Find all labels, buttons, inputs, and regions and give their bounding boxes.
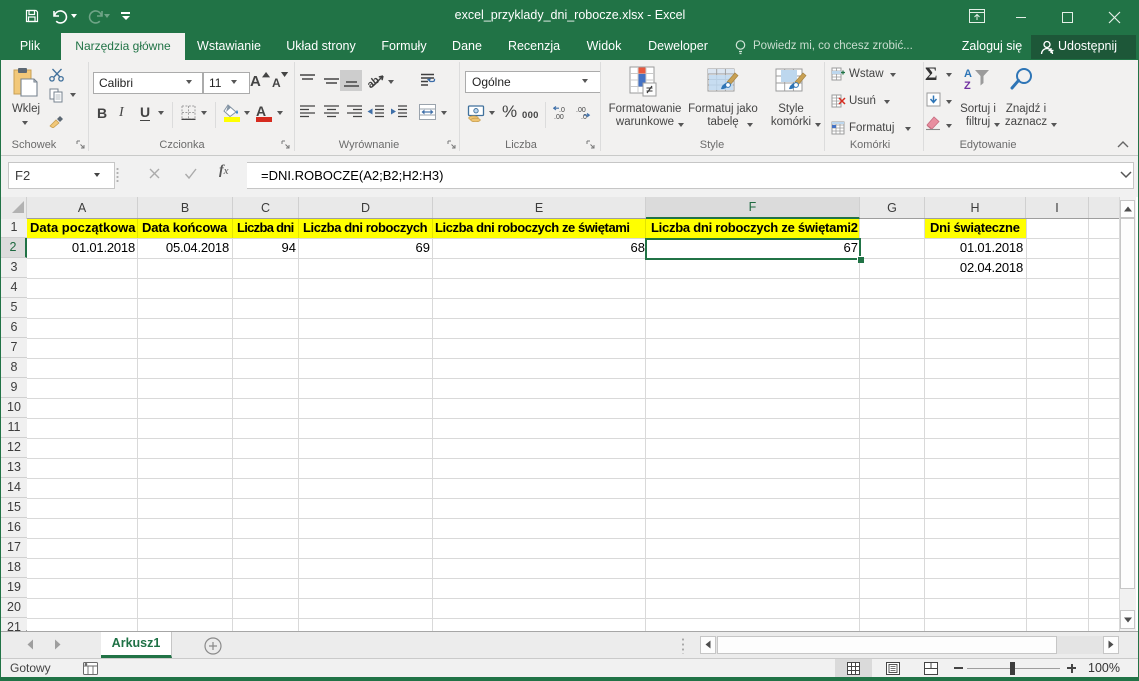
svg-text:.00: .00 bbox=[554, 114, 564, 120]
svg-text:.0: .0 bbox=[559, 107, 565, 114]
svg-text:A: A bbox=[964, 68, 972, 80]
svg-text:.00: .00 bbox=[576, 107, 586, 114]
svg-text:Z: Z bbox=[964, 80, 971, 90]
